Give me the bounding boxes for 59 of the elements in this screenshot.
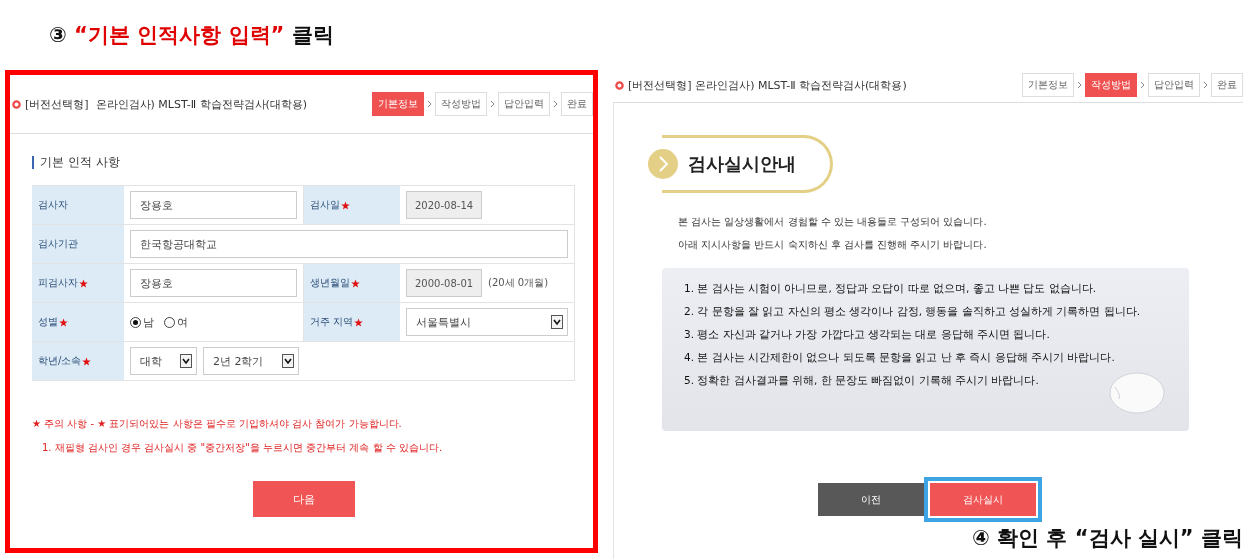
field-label: 검사일	[304, 186, 400, 225]
step-tab[interactable]: 기본정보	[1022, 73, 1074, 97]
page-title: [버전선택형] 온라인검사) MLST-Ⅱ 학습전략검사(대학용)	[25, 96, 308, 112]
chevron-right-icon	[490, 100, 496, 108]
field-label: 검사기관	[32, 225, 124, 264]
date-field: 2000-08-01	[406, 269, 482, 297]
instruction-item: 2. 각 문항을 잘 읽고 자신의 평소 생각이나 감정, 행동을 솔직하고 성실하게 기록하면 됩니다.	[684, 305, 1142, 319]
dropdown-field[interactable]: 2년 2학기	[203, 347, 299, 375]
field-label: 성별	[32, 303, 124, 342]
required-star-icon	[354, 317, 364, 327]
chevron-circle-icon	[648, 149, 679, 179]
bullet-circle-icon	[12, 99, 21, 109]
dropdown-field[interactable]: 대학	[130, 347, 197, 375]
chevron-right-icon	[1140, 81, 1145, 89]
next-button[interactable]: 다음	[252, 481, 355, 517]
section-title: 기본 인적 사항	[32, 156, 120, 169]
field-label: 생년월일	[304, 264, 400, 303]
instruction-item: 1. 본 검사는 시험이 아니므로, 정답과 오답이 따로 없으며, 좋고 나쁜 답도 없습니다.	[684, 282, 1098, 296]
required-star-icon	[341, 200, 350, 210]
required-star-icon	[79, 278, 88, 288]
step-tab[interactable]: 완료	[1211, 73, 1243, 97]
step-tab[interactable]: 작성방법	[1085, 73, 1137, 97]
mouse-drawing	[1107, 369, 1168, 417]
instruction-caption: ③ “기본 인적사항 입력” 클릭	[48, 22, 335, 49]
intro-text: 본 검사는 일상생활에서 경험할 수 있는 내용들로 구성되어 있습니다.	[678, 215, 988, 229]
step-tab[interactable]: 답안입력	[1148, 73, 1200, 97]
field-label: 피검사자	[32, 264, 124, 303]
instruction-item: 3. 평소 자신과 같거나 가장 가깝다고 생각되는 대로 응답해 주시면 됩니다.	[684, 328, 1051, 342]
instruction-item: 4. 본 검사는 시간제한이 없으나 되도록 문항을 읽고 난 후 즉시 응답해 주시기 바랍니다.	[684, 351, 1116, 365]
date-field: 2020-08-14	[406, 191, 482, 219]
chevron-right-icon	[553, 100, 559, 108]
field-label: 학년/소속	[32, 342, 124, 381]
step-tab[interactable]: 완료	[561, 92, 594, 116]
chevron-right-icon	[1077, 81, 1082, 89]
required-star-icon	[82, 356, 92, 366]
text-field[interactable]: 장용호	[130, 269, 297, 297]
text-field[interactable]: 장용호	[130, 191, 297, 219]
required-star-icon	[59, 317, 68, 327]
radio-label: 여	[177, 314, 188, 330]
required-star-icon	[351, 278, 360, 288]
field-label: 거주 지역	[304, 303, 400, 342]
instruction-item: 5. 정확한 검사결과를 위해, 한 문장도 빠짐없이 기록해 주시기 바랍니다.	[684, 374, 1040, 388]
chevron-right-icon	[1203, 81, 1208, 89]
text-field[interactable]: 한국항공대학교	[130, 230, 569, 258]
intro-text: 아래 지시사항을 반드시 숙지하신 후 검사를 진행해 주시기 바랍니다.	[678, 238, 988, 252]
page-title: [버전선택형] 온라인검사) MLST-Ⅱ 학습전략검사(대학용)	[628, 77, 907, 93]
step-tab[interactable]: 답안입력	[498, 92, 551, 116]
field-label: 검사자	[32, 186, 124, 225]
radio-label: 남	[143, 314, 154, 330]
previous-button[interactable]: 이전	[818, 483, 925, 516]
step-tab[interactable]: 기본정보	[372, 92, 425, 116]
notice-text: 1. 재필형 검사인 경우 검사실시 중 "중간저장"을 누르시면 중간부터 계속 할 수 있습니다.	[41, 441, 444, 455]
step-tab[interactable]: 작성방법	[435, 92, 488, 116]
bullet-circle-icon	[615, 80, 625, 90]
notice-text: ★ 주의 사항 - ★ 표기되어있는 사항은 필수로 기입하셔야 검사 참여가 가능합니다.	[32, 417, 403, 431]
dropdown-field[interactable]: 서울특별시	[406, 308, 569, 336]
instruction-caption: ④ 확인 후 “검사 실시” 클릭	[972, 525, 1243, 552]
chevron-right-icon	[427, 100, 433, 108]
age-note: (20세 0개월)	[488, 276, 549, 290]
